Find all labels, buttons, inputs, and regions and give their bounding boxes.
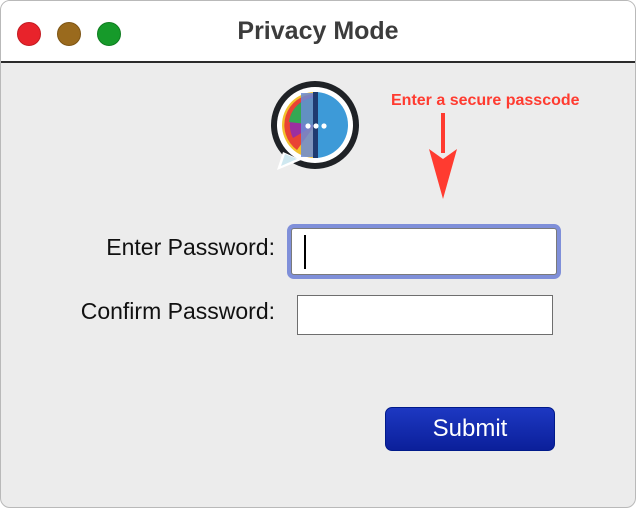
password-label: Enter Password: xyxy=(106,234,275,260)
text-caret xyxy=(304,235,306,269)
title-bar[interactable]: Privacy Mode xyxy=(1,1,635,63)
window-title: Privacy Mode xyxy=(237,17,399,45)
confirm-password-label: Confirm Password: xyxy=(80,298,275,324)
app-window: Privacy Mode Enter a secure passcode Ent… xyxy=(0,0,636,508)
passcode-hint: Enter a secure passcode xyxy=(391,92,580,109)
confirm-password-input[interactable] xyxy=(297,295,553,335)
password-input[interactable] xyxy=(291,228,557,275)
chat-bubble-logo-icon xyxy=(271,81,359,170)
submit-button[interactable]: Submit xyxy=(385,407,555,451)
red-arrow-down-icon xyxy=(429,113,457,199)
